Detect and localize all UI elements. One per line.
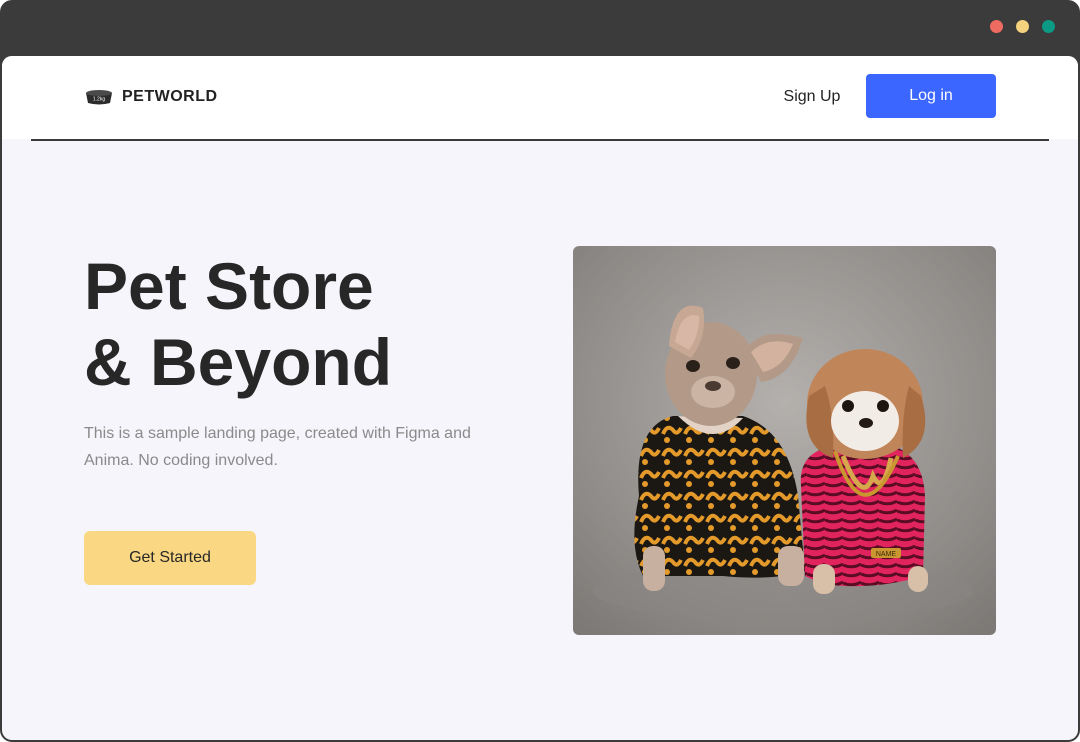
page-viewport: 1.2kg PETWORLD Sign Up Log in Pet Store … xyxy=(2,56,1078,740)
log-in-button[interactable]: Log in xyxy=(866,74,996,118)
get-started-button[interactable]: Get Started xyxy=(84,531,256,585)
hero-title: Pet Store & Beyond xyxy=(84,248,524,400)
window-maximize-control[interactable] xyxy=(1042,20,1055,33)
hero-title-line-1: Pet Store xyxy=(84,249,374,323)
hero-description: This is a sample landing page, created w… xyxy=(84,425,471,469)
navbar-divider xyxy=(31,139,1049,141)
two-dogs-in-jackets-photo: NAME xyxy=(573,246,996,635)
window-close-control[interactable] xyxy=(990,20,1003,33)
window-minimize-control[interactable] xyxy=(1016,20,1029,33)
brand-logo[interactable]: 1.2kg PETWORLD xyxy=(84,86,218,108)
sign-up-link[interactable]: Sign Up xyxy=(774,84,850,110)
dog-name-tag: NAME xyxy=(876,551,897,558)
hero-title-line-2: & Beyond xyxy=(84,325,393,399)
pet-bowl-icon: 1.2kg xyxy=(86,90,112,105)
window-titlebar xyxy=(0,0,1080,56)
top-navbar: 1.2kg PETWORLD Sign Up Log in xyxy=(2,56,1078,139)
browser-window: 1.2kg PETWORLD Sign Up Log in Pet Store … xyxy=(0,0,1080,742)
brand-name: PETWORLD xyxy=(122,88,218,105)
logo-badge-text: 1.2kg xyxy=(93,97,105,103)
shih-tzu-dog: NAME xyxy=(800,349,928,594)
